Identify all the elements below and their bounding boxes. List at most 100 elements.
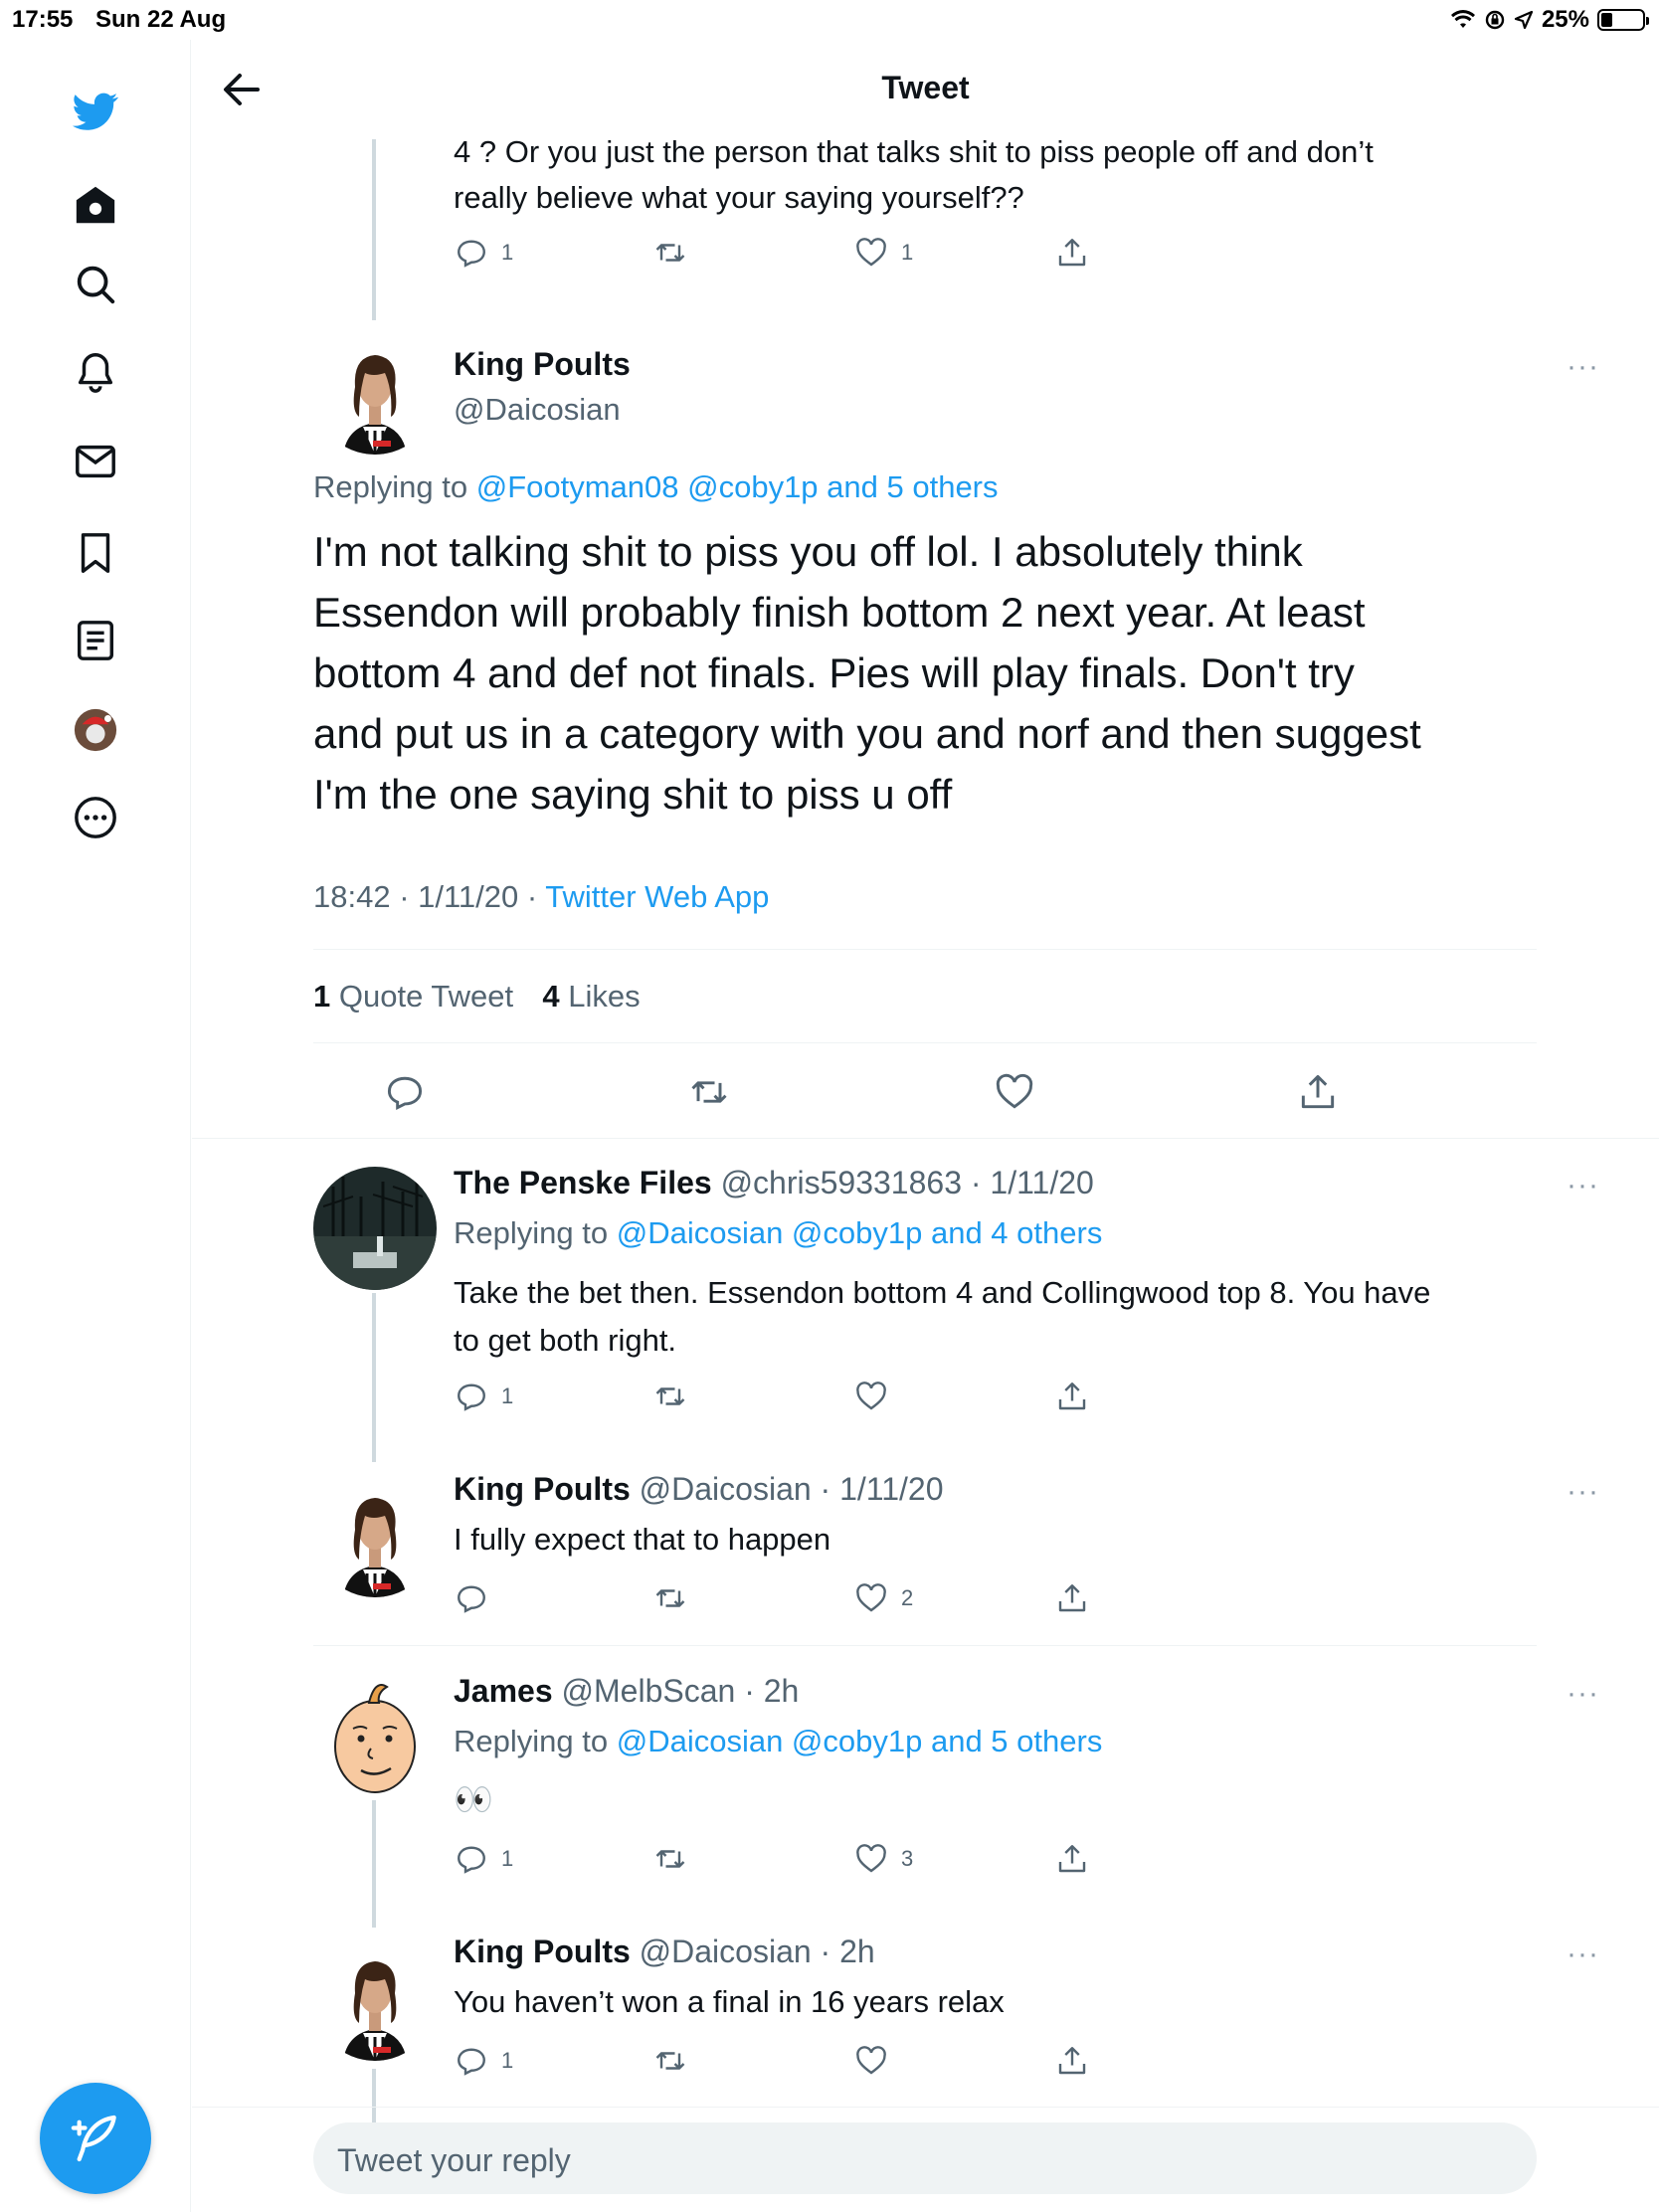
like-button[interactable]: 1 (853, 233, 913, 273)
tweet-text-eyes-emoji: 👀 (454, 1781, 493, 1817)
more-options-icon[interactable]: ··· (1567, 1937, 1599, 1971)
reply-count: 1 (501, 1383, 514, 1408)
author-handle-time[interactable]: @MelbScan · 2h (562, 1673, 800, 1709)
likes-label: Likes (568, 979, 641, 1014)
replying-to: Replying to @Footyman08 @coby1p and 5 ot… (313, 469, 999, 505)
twitter-logo-icon[interactable] (70, 86, 121, 137)
retweet-button[interactable] (652, 233, 688, 273)
divider (313, 949, 1537, 950)
avatar[interactable] (313, 1675, 437, 1798)
tweet-header: Tweet (192, 40, 1659, 139)
replying-to-users-link[interactable]: @Daicosian @coby1p and 4 others (617, 1215, 1103, 1250)
like-button[interactable]: 2 (853, 1578, 913, 1618)
author-name[interactable]: King Poults (454, 1934, 631, 1969)
reply-button[interactable]: 1 (454, 2041, 513, 2081)
compose-tweet-button[interactable] (40, 2083, 151, 2194)
page-title: Tweet (881, 70, 970, 105)
author-name[interactable]: The Penske Files (454, 1165, 712, 1200)
reply-button[interactable] (454, 1578, 501, 1618)
compose-feather-icon (71, 2115, 116, 2162)
share-button[interactable] (1054, 2041, 1090, 2081)
avatar[interactable] (313, 331, 437, 455)
reply-count: 1 (501, 240, 514, 265)
heart-icon (856, 1844, 886, 1873)
like-button[interactable] (853, 1377, 901, 1416)
author-name[interactable]: James (454, 1673, 553, 1709)
more-options-icon[interactable]: ··· (1567, 1475, 1599, 1509)
heart-icon (996, 1073, 1033, 1109)
reply-header: King Poults @Daicosian · 2h (454, 1934, 875, 1970)
author-name[interactable]: King Poults (454, 346, 631, 383)
tweet-actions: 1 1 (454, 233, 1349, 273)
more-options-icon[interactable]: ··· (1567, 350, 1599, 384)
share-button[interactable] (1054, 1377, 1090, 1416)
notifications-bell-icon[interactable] (70, 346, 121, 398)
like-button[interactable] (993, 1068, 1036, 1116)
retweet-button[interactable] (652, 1377, 688, 1416)
replying-to-users-link[interactable]: @Footyman08 @coby1p and 5 others (476, 469, 999, 504)
tweet-text: I fully expect that to happen (454, 1522, 831, 1557)
tweet-text-line: and put us in a category with you and no… (313, 710, 1421, 757)
quote-count: 1 (313, 979, 331, 1014)
tweet-text-line: Take the bet then. Essendon bottom 4 and… (454, 1275, 1431, 1310)
retweet-button[interactable] (652, 1839, 688, 1879)
profile-avatar-icon[interactable] (70, 704, 121, 756)
share-button[interactable] (1054, 233, 1090, 273)
avatar[interactable] (313, 1474, 437, 1597)
share-button[interactable] (1296, 1068, 1340, 1116)
tweet-text-line: bottom 4 and def not finals. Pies will p… (313, 649, 1355, 696)
share-icon (1058, 1845, 1086, 1873)
sidebar (0, 40, 191, 2212)
retweet-icon (691, 1081, 727, 1103)
home-icon[interactable] (70, 179, 121, 231)
share-button[interactable] (1054, 1839, 1090, 1879)
reply-icon (458, 1585, 485, 1613)
retweet-icon (655, 1589, 685, 1607)
retweet-button[interactable] (652, 1578, 688, 1618)
heart-icon (856, 1583, 886, 1612)
reply-count: 1 (501, 1846, 514, 1871)
reply-button[interactable]: 1 (454, 1377, 513, 1416)
replying-to: Replying to @Daicosian @coby1p and 4 oth… (454, 1215, 1102, 1251)
author-handle[interactable]: @Daicosian (454, 392, 621, 428)
tweet-reply-input[interactable]: Tweet your reply (313, 2122, 1537, 2194)
retweet-button[interactable] (687, 1068, 731, 1116)
like-button[interactable] (853, 2041, 901, 2081)
tweet-source-link[interactable]: Twitter Web App (545, 879, 769, 914)
more-options-icon[interactable] (70, 792, 121, 843)
retweet-icon (655, 2052, 685, 2070)
heart-icon (856, 238, 886, 267)
quote-label: Quote Tweet (338, 979, 514, 1014)
author-handle-time[interactable]: @Daicosian · 1/11/20 (640, 1471, 944, 1507)
author-name[interactable]: King Poults (454, 1471, 631, 1507)
divider (313, 1645, 1537, 1646)
reply-button[interactable]: 1 (454, 1839, 513, 1879)
retweet-button[interactable] (652, 2041, 688, 2081)
replying-to-users-link[interactable]: @Daicosian @coby1p and 5 others (617, 1724, 1103, 1758)
lists-icon[interactable] (70, 615, 121, 666)
more-options-icon[interactable]: ··· (1567, 1169, 1599, 1202)
thread-line (372, 139, 376, 320)
avatar[interactable] (313, 1937, 437, 2061)
share-button[interactable] (1054, 1578, 1090, 1618)
bookmark-icon[interactable] (70, 527, 121, 579)
author-handle-time[interactable]: @chris59331863 · 1/11/20 (721, 1165, 1094, 1200)
tweet-time[interactable]: 18:42 · 1/11/20 · (313, 879, 537, 914)
search-icon[interactable] (70, 259, 121, 310)
messages-mail-icon[interactable] (70, 436, 121, 487)
main-tweet-actions (313, 1068, 1537, 1116)
tweet-text-line: I'm not talking shit to piss you off lol… (313, 528, 1303, 575)
reply-button[interactable] (383, 1068, 427, 1116)
likes-stat[interactable]: 4 Likes (542, 979, 640, 1014)
replying-to: Replying to @Daicosian @coby1p and 5 oth… (454, 1724, 1102, 1759)
author-handle-time[interactable]: @Daicosian · 2h (640, 1934, 875, 1969)
status-time: 17:55 (12, 6, 74, 33)
like-button[interactable]: 3 (853, 1839, 913, 1879)
tweet-actions: 1 (454, 1377, 1349, 1416)
more-options-icon[interactable]: ··· (1567, 1677, 1599, 1711)
retweet-icon (655, 1387, 685, 1405)
avatar[interactable] (313, 1167, 437, 1290)
reply-button[interactable]: 1 (454, 233, 513, 273)
quote-tweet-stat[interactable]: 1 Quote Tweet (313, 979, 513, 1014)
thread-line (372, 1800, 376, 1928)
